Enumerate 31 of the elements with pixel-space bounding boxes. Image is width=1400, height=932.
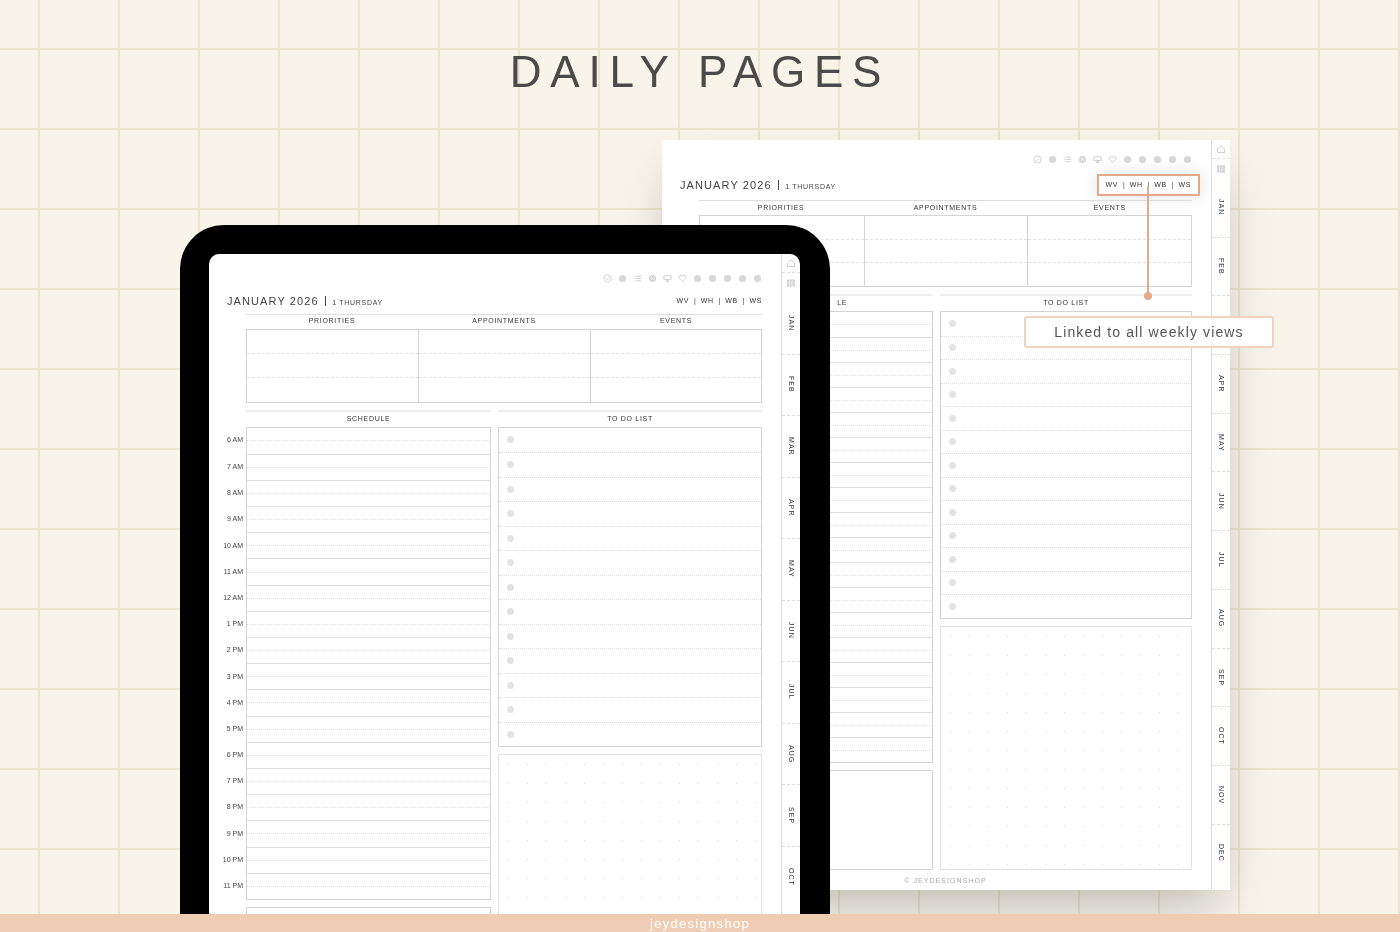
dot-icon[interactable] <box>753 274 762 283</box>
month-title: JANUARY 2026 <box>227 294 319 309</box>
x-circle-icon[interactable] <box>648 274 657 283</box>
dot-icon[interactable] <box>1048 154 1057 164</box>
heart-icon[interactable] <box>1108 154 1117 164</box>
easel-icon[interactable] <box>1093 154 1102 164</box>
heart-icon[interactable] <box>678 274 687 283</box>
dot-icon[interactable] <box>1183 154 1192 164</box>
callout-label: Linked to all weekly views <box>1024 316 1274 348</box>
brand-footer: jeydesignshop <box>650 916 750 930</box>
dot-icon[interactable] <box>738 274 747 283</box>
dot-icon[interactable] <box>618 274 627 283</box>
list-icon[interactable] <box>1063 154 1072 164</box>
page-title: DAILY PAGES <box>509 50 891 94</box>
dot-icon[interactable] <box>1168 154 1177 164</box>
calendar-icon[interactable] <box>1216 163 1226 174</box>
dot-icon[interactable] <box>1153 154 1162 164</box>
dot-icon[interactable] <box>1123 154 1132 164</box>
list-icon[interactable] <box>633 274 642 283</box>
x-circle-icon[interactable] <box>1078 154 1087 164</box>
easel-icon[interactable] <box>663 274 672 283</box>
home-icon[interactable] <box>786 258 796 268</box>
month-title: JANUARY 2026 <box>680 177 772 193</box>
check-circle-icon[interactable] <box>1033 154 1042 164</box>
home-icon[interactable] <box>1216 144 1226 154</box>
check-circle-icon[interactable] <box>603 274 612 283</box>
dot-icon[interactable] <box>723 274 732 283</box>
dot-icon[interactable] <box>693 274 702 283</box>
dot-icon[interactable] <box>1138 154 1147 164</box>
dot-icon[interactable] <box>708 274 717 283</box>
calendar-icon[interactable] <box>786 277 796 288</box>
